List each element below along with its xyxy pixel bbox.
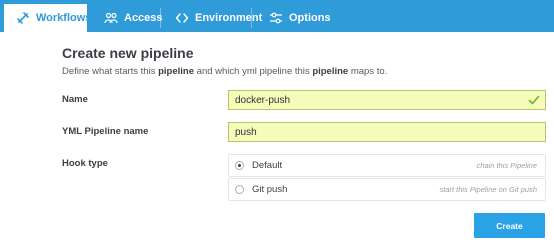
tab-workflows[interactable]: Workflows [4,4,91,32]
tab-label: Options [289,12,331,24]
tab-label: Access [124,12,163,24]
hook-type-label: Hook type [62,158,108,169]
page-description: Define what starts this pipeline and whi… [62,66,387,77]
yml-pipeline-field[interactable]: push [228,122,546,142]
check-icon [528,95,540,105]
access-icon [104,11,118,25]
hook-option-label: Default [252,160,283,171]
desc-text: Define what starts this [62,66,159,77]
tab-divider [251,8,252,28]
code-icon [175,11,189,25]
name-field[interactable]: docker-push [228,90,546,110]
desc-bold: pipeline [312,66,349,77]
hook-option-default[interactable]: Default chain this Pipeline [228,154,546,177]
hook-option-git-push[interactable]: Git push start this Pipeline on Git push [228,178,546,201]
tab-bar: Workflows Access Environment Options [0,0,554,32]
radio-button[interactable] [235,185,244,194]
sliders-icon [269,11,283,25]
create-button[interactable]: Create [474,213,545,238]
hook-option-hint: chain this Pipeline [476,161,537,170]
name-field-value: docker-push [235,94,291,106]
desc-bold: pipeline [158,66,195,77]
hook-option-label: Git push [252,184,288,195]
tab-environment[interactable]: Environment [163,4,262,32]
name-label: Name [62,94,88,105]
yml-label: YML Pipeline name [62,126,149,137]
workflows-icon [16,11,30,25]
page-title: Create new pipeline [62,45,194,61]
desc-text: maps to. [348,66,388,77]
tab-label: Workflows [36,12,92,24]
yml-field-value: push [235,126,257,138]
tab-divider [160,8,161,28]
desc-text: and which yml pipeline this [194,66,313,77]
tab-options[interactable]: Options [257,4,331,32]
hook-option-hint: start this Pipeline on Git push [439,185,537,194]
radio-button[interactable] [235,161,244,170]
tab-label: Environment [195,12,263,24]
tab-access[interactable]: Access [92,4,163,32]
